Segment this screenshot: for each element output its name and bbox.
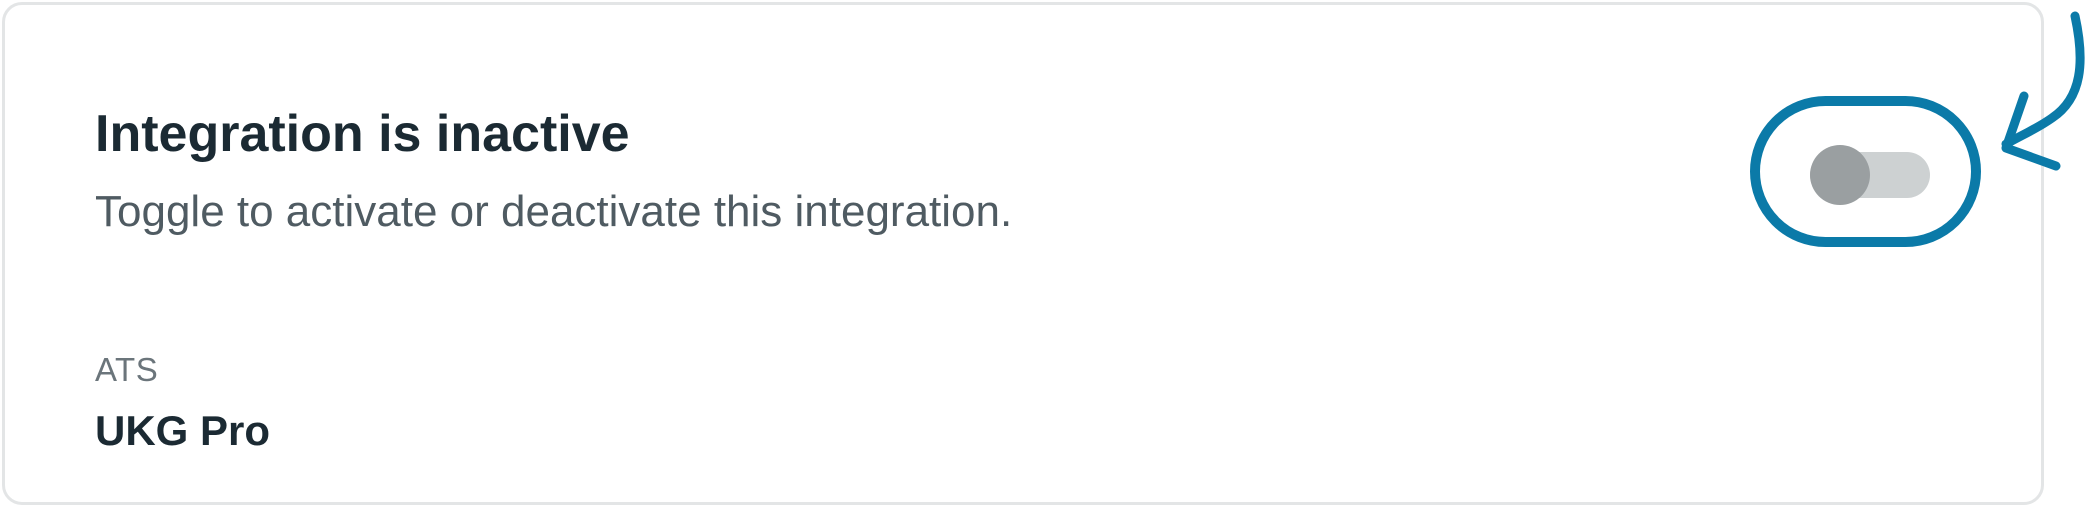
- ats-label: ATS: [95, 351, 159, 388]
- ats-value: UKG Pro: [95, 407, 271, 454]
- integration-status-description: Toggle to activate or deactivate this in…: [95, 187, 1013, 236]
- integration-status-title: Integration is inactive: [95, 105, 630, 163]
- integration-card: [2, 2, 2044, 505]
- integration-active-toggle[interactable]: [1810, 145, 1930, 205]
- toggle-knob: [1810, 145, 1870, 205]
- curved-arrow-icon: [2001, 11, 2085, 171]
